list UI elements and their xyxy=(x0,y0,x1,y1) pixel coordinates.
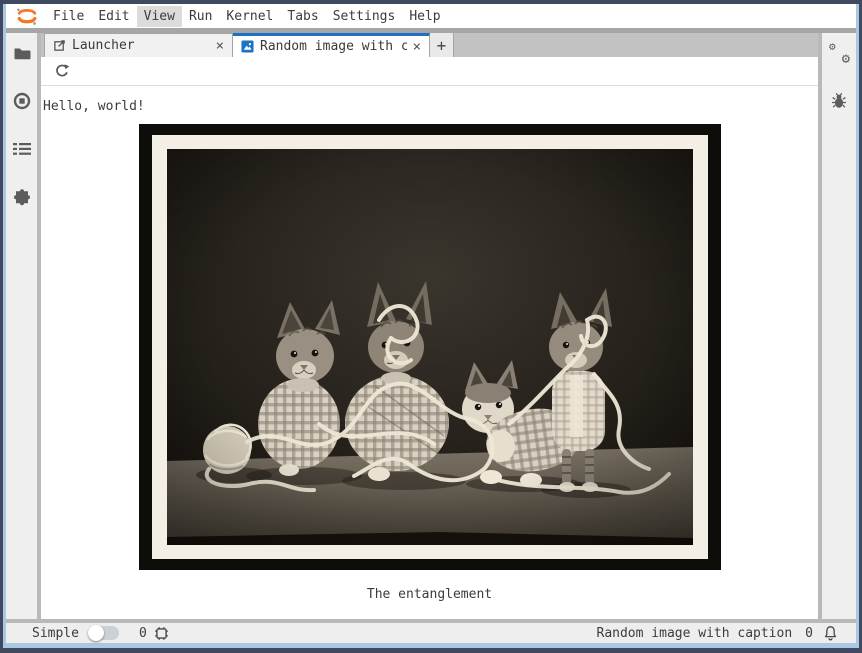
status-bar: Simple 0 Random image with caption 0 xyxy=(6,623,856,643)
menu-edit[interactable]: Edit xyxy=(91,6,136,27)
simple-mode-label: Simple xyxy=(32,626,79,641)
image-icon xyxy=(241,40,254,53)
figure xyxy=(139,124,721,570)
main-area: Launcher × Random image with cap × + xyxy=(6,33,856,623)
file-browser-icon[interactable] xyxy=(11,43,33,63)
tab-random-image-close-icon[interactable]: × xyxy=(413,40,421,54)
table-of-contents-icon[interactable] xyxy=(11,139,33,159)
menu-run[interactable]: Run xyxy=(182,6,219,27)
status-right: Random image with caption 0 xyxy=(597,625,839,641)
running-sessions-icon[interactable] xyxy=(11,91,33,111)
kernel-sessions-button[interactable] xyxy=(154,626,169,641)
menu-tabs[interactable]: Tabs xyxy=(280,6,325,27)
output-viewer: Hello, world! xyxy=(41,86,818,619)
menu-file[interactable]: File xyxy=(46,6,91,27)
tab-launcher[interactable]: Launcher × xyxy=(44,33,233,57)
image-caption: The entanglement xyxy=(41,587,818,602)
tab-launcher-close-icon[interactable]: × xyxy=(216,39,224,53)
launcher-icon xyxy=(53,39,66,52)
menu-bar: File Edit View Run Kernel Tabs Settings … xyxy=(6,4,856,28)
app-frame: File Edit View Run Kernel Tabs Settings … xyxy=(3,4,859,648)
left-sidebar xyxy=(6,33,37,619)
menu-settings[interactable]: Settings xyxy=(326,6,403,27)
tab-random-image[interactable]: Random image with cap × xyxy=(233,33,430,57)
photo-kittens-yarn xyxy=(139,124,721,570)
menu-view[interactable]: View xyxy=(137,6,182,27)
menu-items: File Edit View Run Kernel Tabs Settings … xyxy=(46,6,448,27)
status-left: Simple 0 xyxy=(32,626,169,641)
menu-kernel[interactable]: Kernel xyxy=(219,6,280,27)
property-inspector-icon[interactable]: ⚙ ⚙ xyxy=(828,44,850,64)
jupyter-logo-icon xyxy=(14,5,40,27)
gear-large-icon: ⚙ xyxy=(842,51,850,67)
debugger-bug-icon[interactable] xyxy=(828,90,850,110)
right-sidebar: ⚙ ⚙ xyxy=(822,33,856,619)
hello-world-text: Hello, world! xyxy=(43,99,818,114)
refresh-icon xyxy=(54,63,70,79)
panel-toolbar xyxy=(41,57,818,86)
tab-launcher-label: Launcher xyxy=(72,38,210,53)
tab-random-image-label: Random image with cap xyxy=(260,39,407,54)
refresh-button[interactable] xyxy=(52,61,72,81)
bell-icon xyxy=(823,625,838,641)
gear-small-icon: ⚙ xyxy=(829,40,836,53)
active-panel-title: Random image with caption xyxy=(597,626,793,641)
jupyterlab-window: File Edit View Run Kernel Tabs Settings … xyxy=(0,0,862,653)
notifications-button[interactable] xyxy=(823,625,838,641)
add-tab-button[interactable]: + xyxy=(430,33,454,57)
notifications-count: 0 xyxy=(805,626,813,641)
extensions-icon[interactable] xyxy=(11,187,33,207)
tab-bar: Launcher × Random image with cap × + xyxy=(41,33,818,57)
toggle-knob xyxy=(88,625,104,641)
dock-panel: Launcher × Random image with cap × + xyxy=(37,33,822,619)
simple-mode-toggle[interactable] xyxy=(88,626,119,640)
menu-help[interactable]: Help xyxy=(402,6,447,27)
kernel-chip-icon xyxy=(154,626,169,641)
kernel-sessions-count: 0 xyxy=(139,626,147,641)
